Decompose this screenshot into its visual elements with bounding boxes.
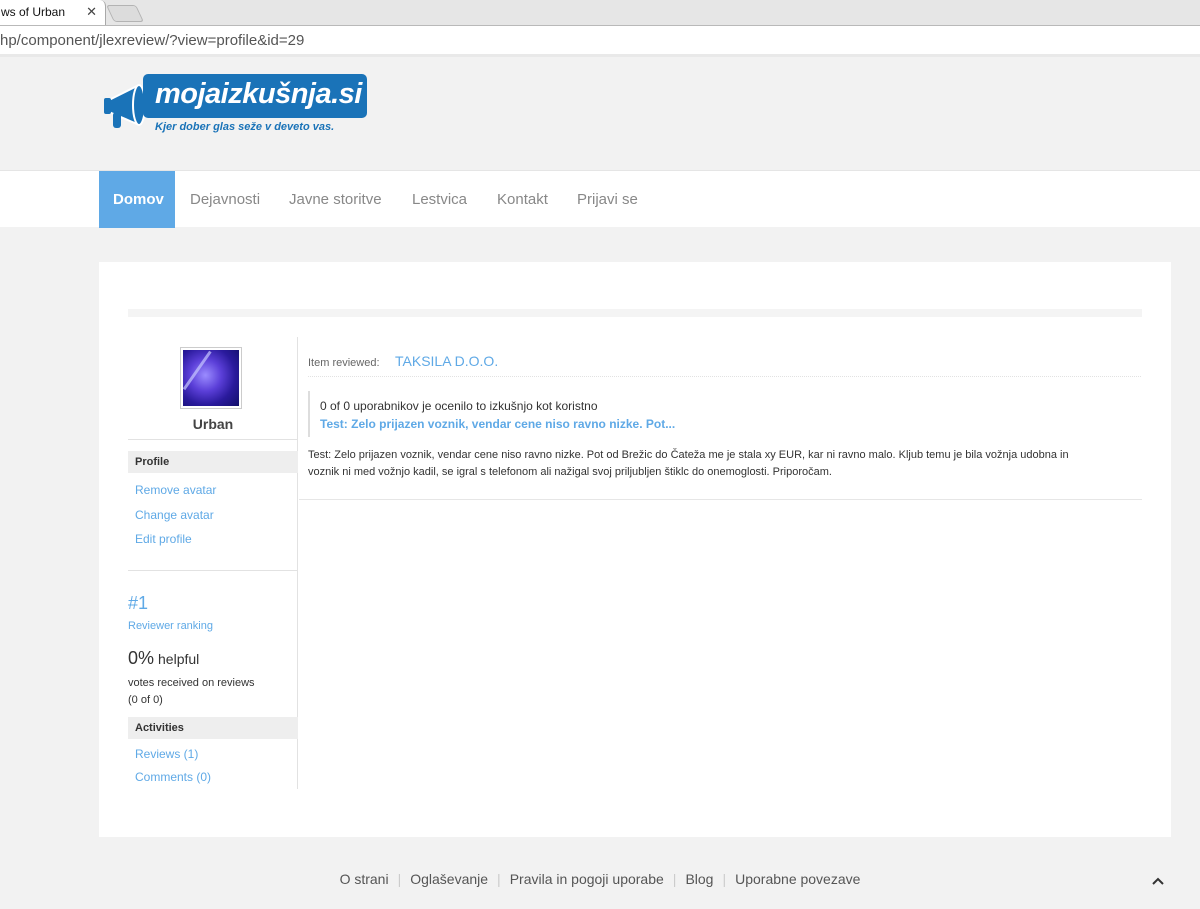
reviewer-rank-label: Reviewer ranking: [128, 620, 213, 632]
change-avatar-link[interactable]: Change avatar: [135, 508, 214, 522]
new-tab-button[interactable]: [106, 5, 144, 22]
close-icon[interactable]: ✕: [86, 0, 97, 24]
site-logo[interactable]: mojaizkušnja.si Kjer dober glas seže v d…: [103, 74, 368, 136]
helpful-percentage-value: 0%: [128, 648, 155, 668]
reviews-link[interactable]: Reviews (1): [135, 747, 198, 761]
review-body-line: Test: Zelo prijazen voznik, vendar cene …: [308, 449, 1069, 461]
helpful-percentage: 0% helpful: [128, 648, 199, 669]
review-title-link[interactable]: Test: Zelo prijazen voznik, vendar cene …: [320, 417, 675, 431]
logo-text: mojaizkušnja.si: [155, 78, 362, 110]
avatar-image: [183, 350, 239, 406]
browser-tab-title: ws of Urban: [1, 5, 66, 19]
nav-item-kontakt[interactable]: Kontakt: [483, 171, 562, 228]
footer-separator: |: [672, 871, 677, 887]
browser-tab-bar: ws of Urban ✕: [0, 0, 1200, 26]
panel-header-strip: [128, 309, 1142, 317]
review-summary: 0 of 0 uporabnikov je ocenilo to izkušnj…: [308, 391, 1141, 437]
item-reviewed-label: Item reviewed:: [308, 357, 380, 369]
content-divider: [299, 499, 1142, 500]
nav-item-dejavnosti[interactable]: Dejavnosti: [176, 171, 274, 228]
review-helpful-count: 0 of 0 uporabnikov je ocenilo to izkušnj…: [320, 399, 598, 413]
nav-item-prijavi-se[interactable]: Prijavi se: [563, 171, 652, 228]
footer-links: O strani | Oglaševanje | Pravila in pogoji u…: [0, 871, 1200, 891]
votes-label: votes received on reviews: [128, 677, 255, 689]
browser-tab[interactable]: ws of Urban ✕: [0, 0, 106, 25]
review-body-line: voznik ni med vožnjo kadil, se igral s t…: [308, 466, 832, 478]
sidebar-divider: [128, 570, 298, 571]
footer-separator: |: [497, 871, 501, 887]
nav-item-domov[interactable]: Domov: [99, 171, 175, 228]
nav-item-lestvica[interactable]: Lestvica: [398, 171, 481, 228]
comments-link[interactable]: Comments (0): [135, 770, 211, 784]
footer-separator: |: [722, 871, 727, 887]
footer-link-pravila[interactable]: Pravila in pogoji uporabe: [510, 871, 664, 887]
address-bar-divider: [0, 54, 1200, 57]
logo-tagline: Kjer dober glas seže v deveto vas.: [155, 121, 335, 133]
review-body: Test: Zelo prijazen voznik, vendar cene …: [308, 447, 1128, 481]
helpful-word: helpful: [158, 651, 200, 667]
nav-item-javne-storitve[interactable]: Javne storitve: [275, 171, 396, 228]
footer-link-oglasevanje[interactable]: Oglaševanje: [410, 871, 488, 887]
activities-section-head: Activities: [128, 717, 298, 739]
sidebar-divider: [128, 439, 298, 440]
reviewer-rank: #1: [128, 593, 149, 613]
footer-link-o-strani[interactable]: O strani: [340, 871, 389, 887]
avatar[interactable]: [180, 347, 242, 409]
item-reviewed-link[interactable]: TAKSILA D.O.O.: [395, 353, 498, 369]
edit-profile-link[interactable]: Edit profile: [135, 532, 192, 546]
remove-avatar-link[interactable]: Remove avatar: [135, 483, 216, 497]
chevron-up-icon[interactable]: [1152, 873, 1164, 888]
footer-link-uporabne-povezave[interactable]: Uporabne povezave: [735, 871, 860, 887]
main-nav: Domov Dejavnosti Javne storitve Lestvica…: [0, 170, 1200, 228]
profile-sidebar: Urban Profile Remove avatar Change avata…: [128, 337, 298, 789]
address-bar[interactable]: hp/component/jlexreview/?view=profile&id…: [0, 26, 1200, 57]
username: Urban: [192, 416, 234, 432]
profile-section-head: Profile: [128, 451, 298, 473]
votes-count: (0 of 0): [128, 694, 163, 706]
profile-panel: Urban Profile Remove avatar Change avata…: [99, 262, 1171, 837]
votes-received: votes received on reviews (0 of 0): [128, 675, 255, 709]
footer-separator: |: [397, 871, 402, 887]
item-reviewed-row: Item reviewed: TAKSILA D.O.O.: [308, 353, 1141, 377]
footer-link-blog[interactable]: Blog: [685, 871, 713, 887]
url-text[interactable]: hp/component/jlexreview/?view=profile&id…: [0, 32, 304, 49]
